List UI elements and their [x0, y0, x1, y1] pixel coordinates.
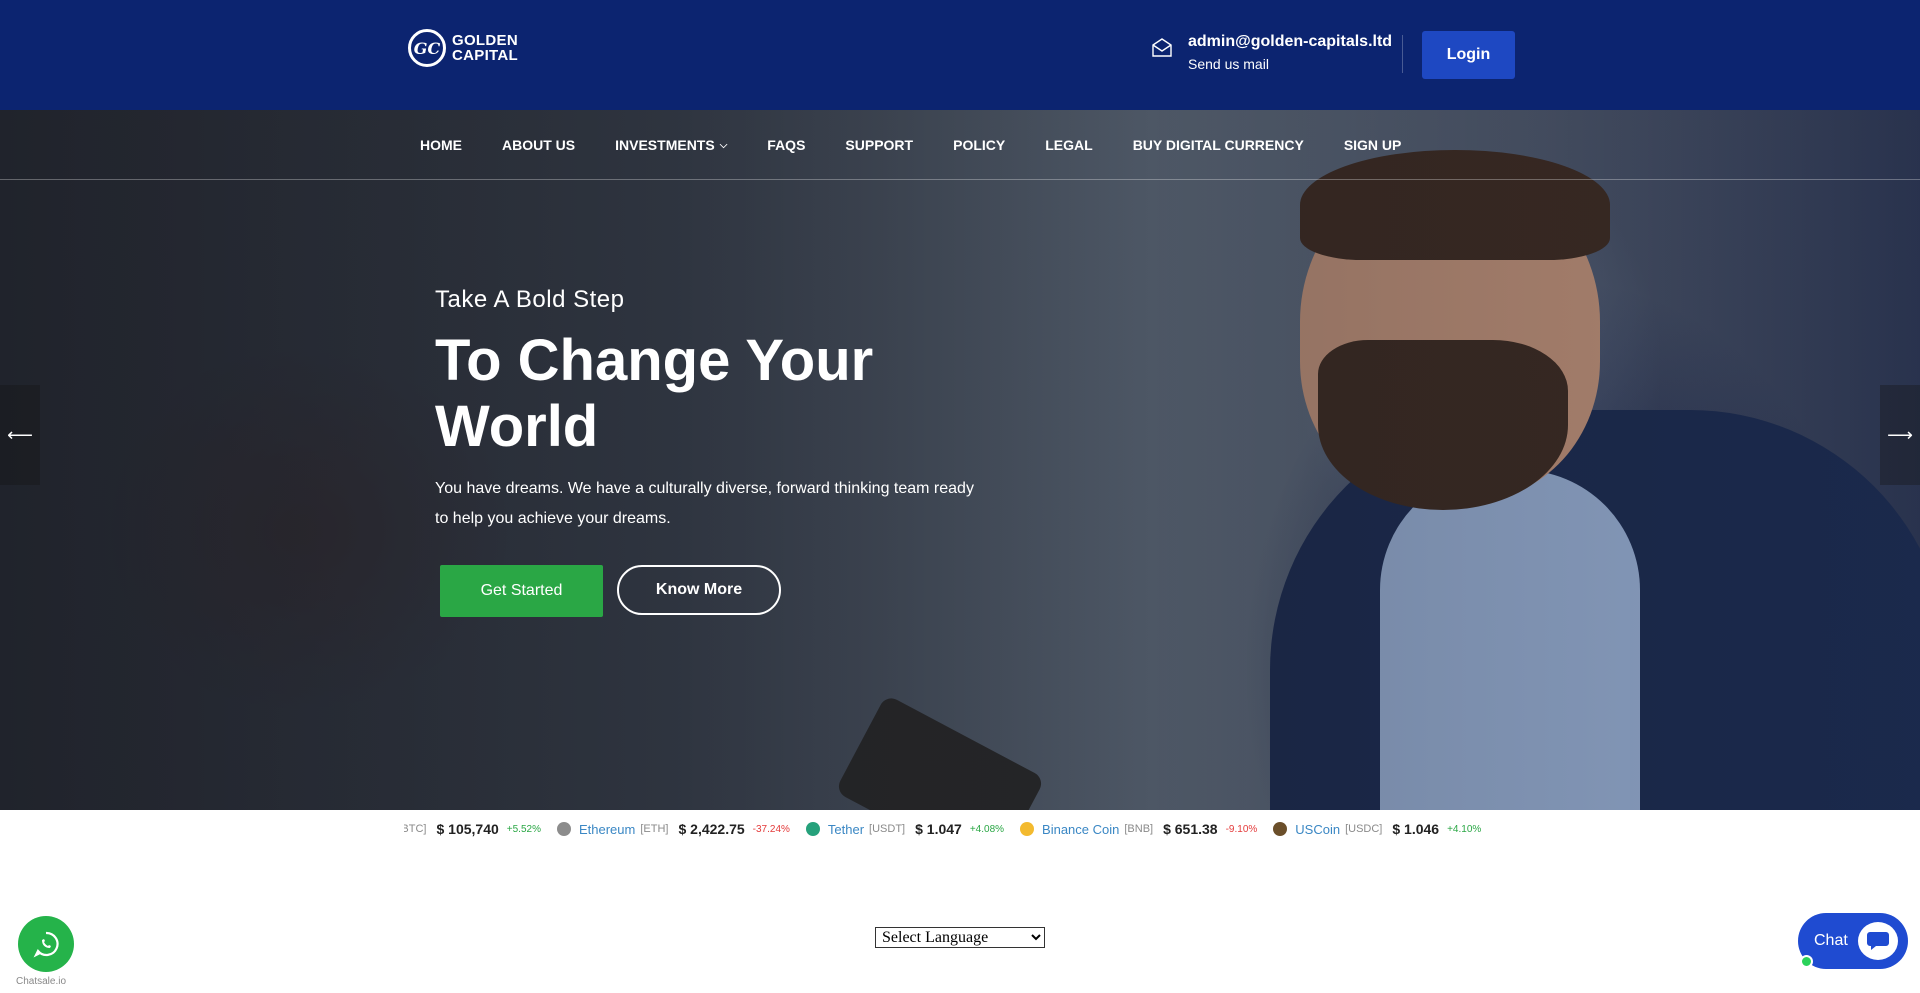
- chevron-down-icon: ⌵: [719, 139, 728, 151]
- ticker-item[interactable]: Binance Coin [BNB] $ 651.38 -9.10%: [1020, 821, 1257, 837]
- ticker-item[interactable]: oin[BTC]$ 105,740+5.52%: [404, 821, 541, 837]
- hero-slider: HOME ABOUT US INVESTMENTS ⌵ FAQS SUPPORT…: [0, 110, 1920, 810]
- hero-kicker: Take A Bold Step: [435, 286, 625, 313]
- nav-item-about-us[interactable]: ABOUT US: [502, 137, 575, 153]
- whatsapp-button[interactable]: [18, 916, 74, 972]
- logo-line-2: CAPITAL: [452, 47, 518, 64]
- header-divider: [1402, 35, 1403, 73]
- coin-icon: [1020, 822, 1035, 836]
- main-nav: HOME ABOUT US INVESTMENTS ⌵ FAQS SUPPORT…: [0, 110, 1920, 180]
- nav-item-support[interactable]: SUPPORT: [845, 137, 913, 153]
- coin-icon: [1273, 822, 1288, 836]
- coin-name: Tether: [827, 821, 865, 837]
- get-started-button[interactable]: Get Started: [440, 565, 603, 617]
- whatsapp-caption: Chatsale.io: [16, 976, 67, 987]
- coin-symbol: [ETH]: [640, 823, 669, 835]
- chat-bubble-icon: [1858, 922, 1898, 960]
- coin-change: +5.52%: [506, 823, 541, 835]
- coin-price: $ 105,740: [436, 821, 499, 837]
- login-button[interactable]: Login: [1422, 31, 1515, 79]
- logo-wordmark: GOLDEN CAPITAL: [452, 33, 518, 63]
- logo-mark-text: GC: [413, 38, 441, 58]
- coin-symbol: [USDC]: [1345, 823, 1383, 835]
- hero-lead: You have dreams. We have a culturally di…: [435, 480, 974, 527]
- mail-icon: [1152, 38, 1172, 57]
- ticker-item[interactable]: USCoin [USDC] $ 1.046 +4.10%: [1273, 821, 1481, 837]
- nav-item-investments[interactable]: INVESTMENTS ⌵: [615, 137, 727, 153]
- nav-item-investments-label: INVESTMENTS: [615, 137, 715, 153]
- nav-item-policy[interactable]: POLICY: [953, 137, 1005, 153]
- hero-cta-row: Get Started Know More: [440, 565, 781, 617]
- language-select[interactable]: Select Language: [875, 927, 1045, 948]
- logo-mark-icon: GC: [408, 29, 446, 67]
- contact-email[interactable]: admin@golden-capitals.ltd: [1188, 32, 1392, 52]
- coin-price: $ 651.38: [1163, 821, 1218, 837]
- coin-symbol: [USDT]: [869, 823, 906, 835]
- coin-name: Ethereum: [578, 821, 636, 837]
- chat-widget-button[interactable]: Chat: [1798, 913, 1908, 969]
- hero-copy: Take A Bold Step To Change Your World Yo…: [435, 286, 980, 534]
- crypto-ticker: oin[BTC]$ 105,740+5.52%Ethereum[ETH]$ 2,…: [0, 810, 1920, 852]
- coin-price: $ 2,422.75: [678, 821, 745, 837]
- coin-change: +4.08%: [969, 823, 1005, 835]
- know-more-button[interactable]: Know More: [617, 565, 781, 615]
- nav-list: HOME ABOUT US INVESTMENTS ⌵ FAQS SUPPORT…: [420, 110, 1441, 180]
- nav-item-buy-digital-currency[interactable]: BUY DIGITAL CURRENCY: [1133, 137, 1304, 153]
- coin-change: -9.10%: [1225, 823, 1258, 835]
- whatsapp-icon: [33, 931, 59, 958]
- ticker-item[interactable]: Tether [USDT] $ 1.047 +4.08%: [805, 821, 1005, 837]
- ticker-item[interactable]: Ethereum [ETH] $ 2,422.75 -37.24%: [556, 821, 790, 837]
- coin-name: USCoin: [1295, 821, 1341, 837]
- coin-symbol: [BTC]: [404, 823, 427, 835]
- online-status-dot: [1800, 955, 1813, 968]
- contact-block: admin@golden-capitals.ltd Send us mail: [1150, 32, 1392, 72]
- slider-prev-arrow-icon[interactable]: ⟵: [0, 385, 40, 485]
- brand-logo[interactable]: GC GOLDEN CAPITAL: [408, 28, 518, 68]
- nav-item-sign-up[interactable]: SIGN UP: [1344, 137, 1402, 153]
- coin-name: Binance Coin: [1042, 821, 1120, 837]
- coin-icon: [556, 822, 571, 836]
- logo-line-1: GOLDEN: [452, 32, 518, 49]
- chat-label: Chat: [1814, 932, 1848, 949]
- ticker-row: oin[BTC]$ 105,740+5.52%Ethereum[ETH]$ 2,…: [404, 821, 1497, 837]
- coin-change: -37.24%: [752, 823, 790, 835]
- coin-price: $ 1.047: [915, 821, 962, 837]
- nav-item-legal[interactable]: LEGAL: [1045, 137, 1092, 153]
- coin-icon: [805, 822, 820, 836]
- coin-change: +4.10%: [1447, 823, 1482, 835]
- coin-symbol: [BNB]: [1124, 823, 1154, 835]
- ticker-track: oin[BTC]$ 105,740+5.52%Ethereum[ETH]$ 2,…: [404, 810, 1514, 852]
- coin-price: $ 1.046: [1392, 821, 1440, 837]
- slider-next-arrow-icon[interactable]: ⟶: [1880, 385, 1920, 485]
- hero-headline: To Change Your World: [435, 328, 874, 459]
- nav-item-home[interactable]: HOME: [420, 137, 462, 153]
- nav-item-faqs[interactable]: FAQS: [767, 137, 805, 153]
- contact-email-caption: Send us mail: [1188, 56, 1269, 72]
- top-header: GC GOLDEN CAPITAL admin@golden-capitals.…: [0, 0, 1920, 110]
